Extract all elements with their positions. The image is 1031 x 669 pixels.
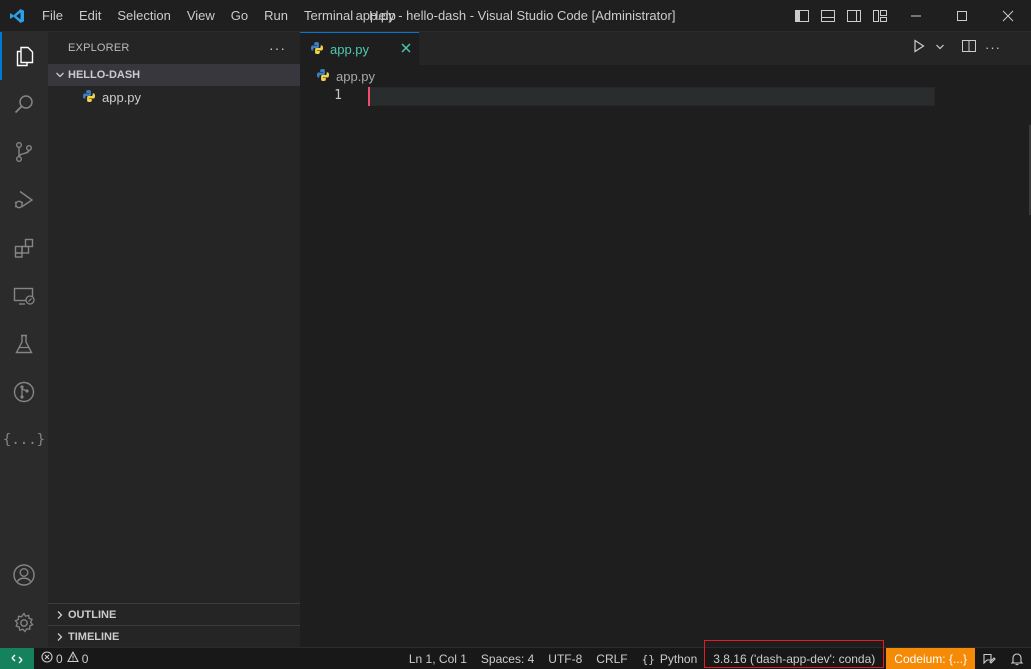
chevron-down-icon[interactable] (935, 40, 945, 55)
problems-indicator[interactable]: 0 0 (34, 648, 95, 669)
accounts-icon[interactable] (0, 551, 48, 599)
breadcrumb-file[interactable]: app.py (336, 69, 375, 84)
python-icon (82, 89, 96, 106)
source-control-icon[interactable] (0, 128, 48, 176)
json-glyph: {...} (2, 432, 46, 448)
tab-label: app.py (330, 41, 370, 57)
more-actions-icon[interactable]: ··· (269, 40, 286, 56)
sidebar-header: EXPLORER ··· (48, 32, 300, 64)
testing-icon[interactable] (0, 320, 48, 368)
remote-explorer-icon[interactable] (0, 272, 48, 320)
chevron-down-icon (52, 70, 68, 80)
folder-header-hello-dash[interactable]: HELLO-DASH (48, 64, 300, 86)
minimize-icon[interactable] (893, 0, 939, 32)
language-mode[interactable]: {} Python (635, 648, 705, 669)
warning-icon (66, 651, 79, 666)
current-line-highlight (368, 87, 935, 106)
menu-run[interactable]: Run (256, 0, 296, 32)
explorer-icon[interactable] (0, 32, 48, 80)
menu-selection[interactable]: Selection (109, 0, 178, 32)
menu-go[interactable]: Go (223, 0, 256, 32)
vscode-logo-icon (0, 0, 34, 32)
status-bar-right: Ln 1, Col 1 Spaces: 4 UTF-8 CRLF {} Pyth… (402, 640, 1031, 669)
error-icon (41, 651, 53, 666)
cursor-position[interactable]: Ln 1, Col 1 (402, 648, 474, 669)
sidebar-title: EXPLORER (68, 42, 130, 54)
file-item-app-py[interactable]: app.py (48, 86, 300, 108)
menu-help[interactable]: Help (361, 0, 404, 32)
outline-label: OUTLINE (68, 608, 117, 621)
close-icon[interactable] (401, 40, 411, 56)
feedback-icon[interactable] (975, 648, 1003, 669)
end-of-line[interactable]: CRLF (589, 648, 634, 669)
maximize-icon[interactable] (939, 0, 985, 32)
activity-bar: {...} (0, 32, 48, 647)
toggle-panel-icon[interactable] (817, 5, 839, 27)
menu-file[interactable]: File (34, 0, 71, 32)
chevron-right-icon (52, 632, 68, 642)
title-bar: File Edit Selection View Go Run Terminal… (0, 0, 1031, 32)
error-count: 0 (56, 651, 63, 666)
split-editor-icon[interactable] (961, 38, 977, 57)
language-label: Python (659, 652, 698, 666)
explorer-sidebar: EXPLORER ··· HELLO-DASH app.py OUTLINE T… (48, 32, 300, 647)
tab-app-py[interactable]: app.py (300, 32, 419, 65)
editor-actions: ··· (911, 38, 1001, 57)
python-interpreter[interactable]: 3.8.16 ('dash-app-dev': conda) (704, 640, 885, 668)
braces-icon: {} (641, 652, 655, 666)
menu-view[interactable]: View (179, 0, 223, 32)
breadcrumb: app.py (300, 65, 1031, 87)
warning-count: 0 (81, 651, 89, 666)
timeline-section[interactable]: TIMELINE (48, 625, 300, 647)
search-icon[interactable] (0, 80, 48, 128)
manage-gear-icon[interactable] (0, 599, 48, 647)
timeline-label: TIMELINE (68, 630, 120, 643)
python-icon (310, 41, 324, 58)
remote-indicator-icon[interactable] (0, 647, 34, 669)
extensions-icon[interactable] (0, 224, 48, 272)
toggle-secondary-sidebar-icon[interactable] (843, 5, 865, 27)
outline-section[interactable]: OUTLINE (48, 603, 300, 625)
close-window-icon[interactable] (985, 0, 1031, 32)
editor-area: app.py ··· app.py 1 (300, 32, 1031, 647)
chevron-right-icon (52, 610, 68, 620)
indentation[interactable]: Spaces: 4 (474, 648, 541, 669)
layout-controls (791, 0, 891, 32)
editor-tabs: app.py ··· (300, 32, 1031, 65)
menu-edit[interactable]: Edit (71, 0, 109, 32)
git-graph-icon[interactable] (0, 368, 48, 416)
toggle-primary-sidebar-icon[interactable] (791, 5, 813, 27)
menu-terminal[interactable]: Terminal (296, 0, 361, 32)
status-bar: 0 0 Ln 1, Col 1 Spaces: 4 UTF-8 CRLF {} … (0, 640, 1031, 669)
encoding[interactable]: UTF-8 (541, 648, 589, 669)
line-number: 1 (334, 88, 342, 103)
json-tools-icon[interactable]: {...} (0, 416, 48, 464)
menu-bar: File Edit Selection View Go Run Terminal… (34, 0, 404, 32)
text-cursor (368, 87, 370, 106)
run-python-file-icon[interactable] (911, 38, 927, 57)
file-name: app.py (102, 89, 142, 105)
folder-name: HELLO-DASH (68, 69, 141, 81)
window-controls (893, 0, 1031, 32)
more-actions-icon[interactable]: ··· (985, 40, 1001, 55)
code-line[interactable]: 1 (300, 87, 935, 106)
notifications-bell-icon[interactable] (1003, 648, 1031, 669)
run-debug-icon[interactable] (0, 176, 48, 224)
sidebar-bottom-sections: OUTLINE TIMELINE (48, 603, 300, 647)
python-icon (316, 68, 330, 85)
codeium-status[interactable]: Codeium: {...} (886, 648, 975, 669)
customize-layout-icon[interactable] (869, 5, 891, 27)
